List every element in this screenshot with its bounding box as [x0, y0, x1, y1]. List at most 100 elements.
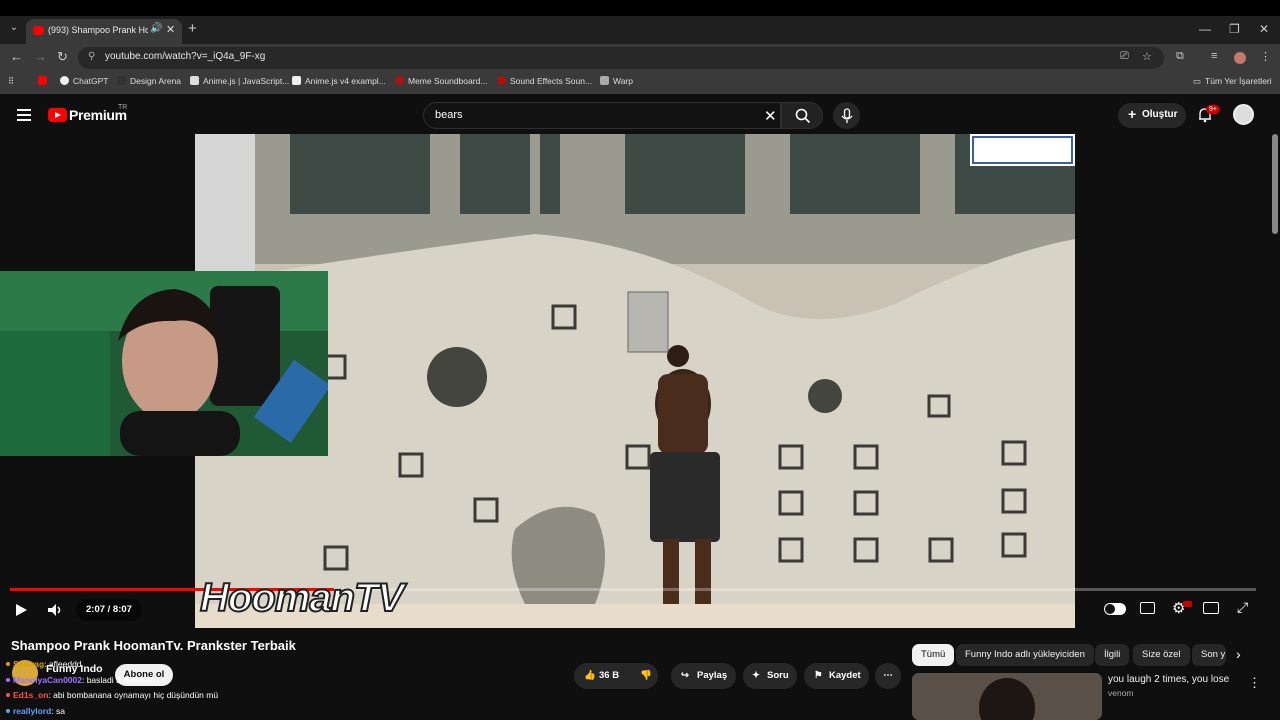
watermark-text: HoomanTV: [199, 575, 405, 621]
ask-button[interactable]: ✦ Soru: [743, 663, 797, 689]
share-button[interactable]: ↪ Paylaş: [671, 663, 736, 689]
hoomantv-watermark: HoomanTV: [198, 566, 503, 626]
bookmark-star-icon[interactable]: ☆: [1142, 50, 1152, 63]
chat-badge-icon: [6, 693, 10, 697]
chat-text: : afleeddd: [44, 659, 82, 669]
webcam-scene: [0, 271, 328, 456]
clear-search-icon[interactable]: ✕: [764, 107, 777, 125]
browser-tab[interactable]: (993) Shampoo Prank Hoom 🔊 ✕: [26, 19, 182, 44]
bookmark-label: Anime.js | JavaScript...: [203, 76, 290, 86]
top-strip: [0, 0, 1280, 16]
back-icon[interactable]: ←: [10, 49, 23, 64]
recommended-channel[interactable]: venom: [1108, 688, 1134, 698]
notification-badge: 9+: [1206, 105, 1220, 114]
plus-icon: +: [1128, 106, 1137, 122]
bookmark-warp[interactable]: Warp: [600, 76, 633, 86]
sparkle-icon: ✦: [752, 670, 760, 681]
install-app-icon[interactable]: ⎚: [1120, 50, 1129, 63]
chip-uploader[interactable]: Funny Indo adlı yükleyiciden: [956, 644, 1094, 666]
profile-icon[interactable]: [1234, 52, 1246, 64]
recommended-thumbnail[interactable]: [912, 673, 1102, 720]
autoplay-toggle[interactable]: [1104, 603, 1126, 615]
thumbs-down-icon[interactable]: 👎: [640, 663, 652, 689]
fullscreen-icon[interactable]: ⤢: [1237, 599, 1248, 616]
chip-all[interactable]: Tümü: [912, 644, 955, 666]
all-bookmarks[interactable]: ▭ Tüm Yer İşaretleri: [1193, 76, 1272, 87]
chip-related[interactable]: İlgili: [1095, 644, 1130, 666]
bookmark-label: ChatGPT: [73, 76, 109, 86]
recommended-more-icon[interactable]: ⋮: [1248, 675, 1261, 691]
save-label: Kaydet: [829, 670, 861, 681]
globe-icon: [292, 76, 301, 85]
share-label: Paylaş: [697, 670, 728, 681]
search-input[interactable]: bears ✕: [423, 102, 781, 129]
chevron-right-icon[interactable]: ›: [1236, 646, 1241, 662]
create-button[interactable]: + Oluştur: [1118, 103, 1186, 128]
meme-soundboard-icon: [395, 76, 404, 85]
account-avatar[interactable]: [1233, 104, 1254, 125]
all-bookmarks-label: Tüm Yer İşaretleri: [1205, 76, 1272, 86]
thumbnail-image: [912, 673, 1102, 720]
chip-recent[interactable]: Son y: [1192, 644, 1226, 666]
bookmark-animejs[interactable]: Anime.js | JavaScript...: [190, 76, 289, 86]
page-scrollbar[interactable]: [1272, 134, 1278, 234]
minimize-icon[interactable]: —: [1199, 22, 1211, 36]
streamer-webcam: [0, 271, 328, 456]
video-title: Shampoo Prank HoomanTv. Prankster Terbai…: [11, 638, 296, 653]
apps-icon[interactable]: ⠿: [8, 76, 14, 87]
more-actions-icon[interactable]: ⋯: [875, 663, 901, 689]
chat-user: ManolyaCan0002: [13, 675, 82, 685]
tab-bar: ⌄ (993) Shampoo Prank Hoom 🔊 ✕ + — ❐ ✕: [0, 16, 1280, 44]
chat-user: reallylord: [13, 706, 52, 716]
bookmark-animejs-v4[interactable]: Anime.js v4 exampl...: [292, 76, 386, 86]
warp-icon: [600, 76, 609, 85]
subtitles-icon[interactable]: [1140, 602, 1155, 614]
speaker-icon[interactable]: 🔊: [150, 23, 162, 34]
menu-dots-icon[interactable]: ⋮: [1260, 50, 1271, 63]
new-tab-button[interactable]: +: [188, 20, 197, 37]
chat-message: ManolyaCan0002: basladi 3 daldıkdo: [6, 675, 155, 685]
youtube-logo-icon[interactable]: [48, 108, 67, 122]
bookmark-design-arena[interactable]: Design Arena: [117, 76, 181, 86]
menu-icon[interactable]: [17, 109, 31, 121]
theater-mode-icon[interactable]: [1203, 602, 1219, 614]
media-control-icon[interactable]: ≡: [1211, 50, 1217, 62]
create-label: Oluştur: [1142, 109, 1178, 120]
close-tab-icon[interactable]: ✕: [166, 23, 175, 36]
bookmark-youtube[interactable]: [38, 76, 51, 86]
sound-effects-icon: [497, 76, 506, 85]
search-query[interactable]: bears: [435, 109, 463, 121]
youtube-bookmark-icon: [38, 76, 47, 85]
close-window-icon[interactable]: ✕: [1259, 22, 1269, 36]
address-bar[interactable]: ⚲ youtube.com/watch?v=_iQ4a_9F-xg: [78, 47, 1164, 69]
search-button[interactable]: [781, 102, 823, 129]
extensions-icon[interactable]: ⧉: [1176, 50, 1184, 63]
save-button[interactable]: ⚑ Kaydet: [804, 663, 869, 689]
chip-for-you[interactable]: Size özel: [1133, 644, 1190, 666]
chat-text: : sa: [51, 706, 65, 716]
recommended-title[interactable]: you laugh 2 times, you lose: [1108, 674, 1229, 685]
bookmark-sound-effects[interactable]: Sound Effects Soun...: [497, 76, 592, 86]
restore-icon[interactable]: ❐: [1229, 22, 1240, 36]
voice-search-button[interactable]: [833, 102, 860, 129]
chat-badge-icon: [6, 709, 10, 713]
url-text[interactable]: youtube.com/watch?v=_iQ4a_9F-xg: [105, 51, 265, 62]
chat-text: : abi bombanana oynamayı hiç düşündün mü: [48, 690, 219, 700]
site-info-icon[interactable]: ⚲: [88, 51, 95, 62]
forward-icon[interactable]: →: [34, 49, 47, 64]
tab-search-chevron-icon[interactable]: ⌄: [6, 22, 22, 38]
reload-icon[interactable]: ↻: [57, 49, 68, 65]
progress-bar[interactable]: [10, 588, 1256, 591]
chat-message: reallylord: sa: [6, 706, 65, 716]
play-icon[interactable]: [14, 603, 28, 617]
like-count: 36 B: [599, 670, 620, 681]
bookmark-label: Warp: [613, 76, 633, 86]
chat-user: Sedirag: [13, 659, 45, 669]
like-button[interactable]: 👍 36 B 👎: [574, 663, 658, 689]
address-row: ← → ↻ ⚲ youtube.com/watch?v=_iQ4a_9F-xg …: [0, 44, 1280, 72]
chat-message: Ed1s_on: abi bombanana oynamayı hiç düşü…: [6, 690, 218, 700]
volume-icon[interactable]: [47, 603, 63, 617]
bookmark-chatgpt[interactable]: ChatGPT: [60, 76, 108, 86]
youtube-header: Premium TR bears ✕ + Oluştur 9+: [0, 97, 1280, 135]
bookmark-meme-soundboard[interactable]: Meme Soundboard...: [395, 76, 487, 86]
